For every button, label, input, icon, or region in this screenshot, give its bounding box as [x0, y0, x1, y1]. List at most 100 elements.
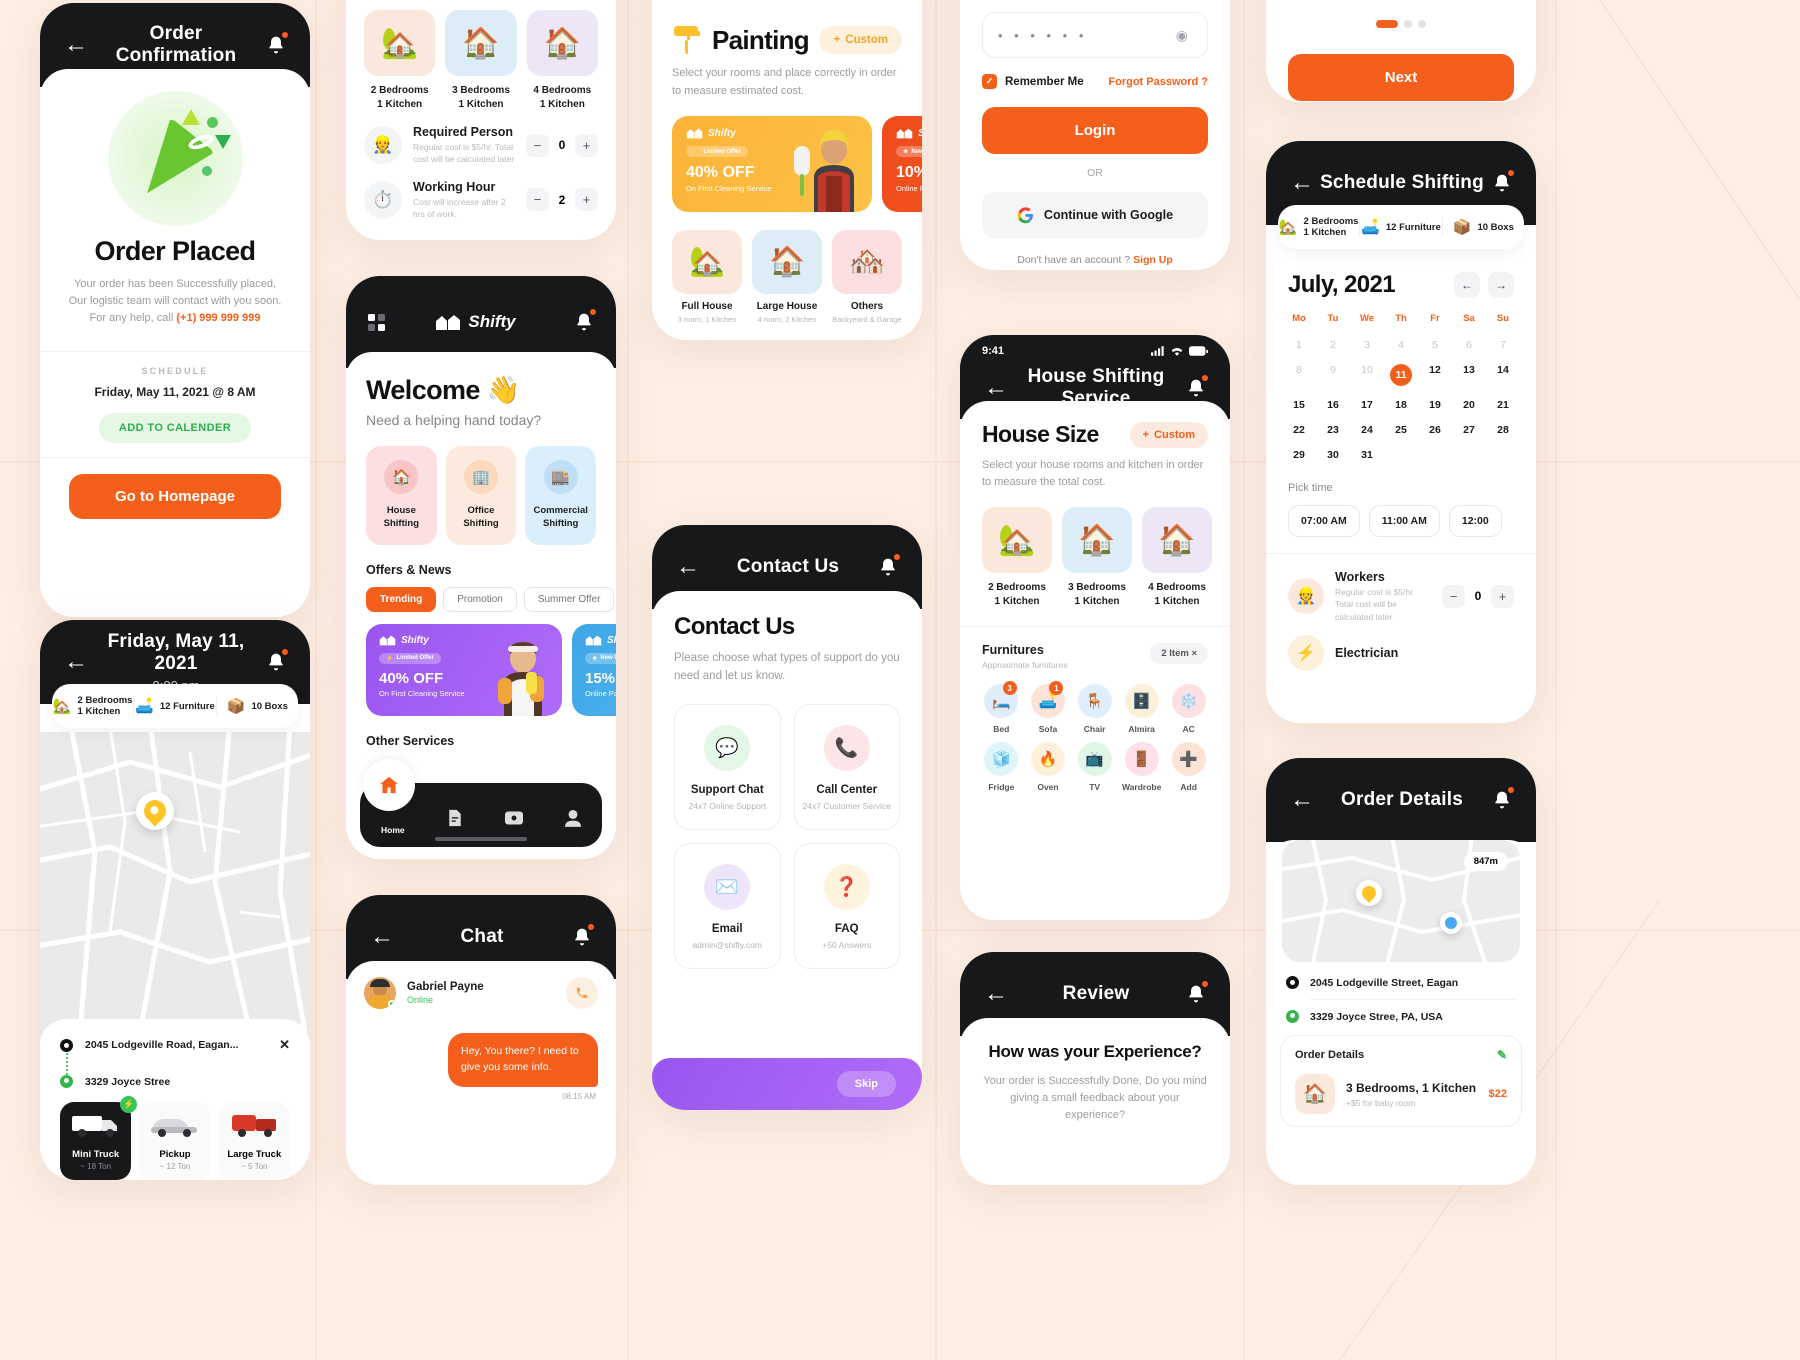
furniture-almira[interactable]: 🗄️ Almira [1122, 684, 1161, 734]
notification-bell-icon[interactable] [1484, 170, 1514, 194]
calendar-day-10[interactable]: 10 [1350, 359, 1384, 391]
pill-bedrooms[interactable]: 🏡 2 Bedrooms 1 Kitchen [52, 695, 133, 717]
calendar-day-1[interactable]: 1 [1282, 334, 1316, 356]
custom-button[interactable]: + Custom [1129, 421, 1208, 448]
calendar-day-7[interactable]: 7 [1486, 334, 1520, 356]
calendar-day-24[interactable]: 24 [1350, 419, 1384, 441]
tab-trending[interactable]: Trending [366, 586, 437, 612]
truck-card-large[interactable]: Large Truck ~ 5 Ton [218, 1102, 290, 1180]
notification-bell-icon[interactable] [258, 32, 288, 56]
pill-boxes[interactable]: 📦 10 Boxs [215, 697, 298, 715]
increment-button[interactable]: + [575, 188, 598, 212]
pill-furniture[interactable]: 🛋️ 12 Furniture [1359, 218, 1441, 236]
notification-bell-icon[interactable] [1178, 981, 1208, 1005]
calendar-grid[interactable]: Mo Tu We Th Fr Sa Su 1 2 3 4 5 6 7 8 9 10 11 12 13 14 15 16 17 1… [1266, 299, 1536, 466]
decrement-button[interactable]: − [1442, 584, 1465, 608]
room-card-3bed[interactable]: 🏠 3 Bedrooms 1 Kitchen [445, 10, 517, 111]
contact-card-support-chat[interactable]: 💬 Support Chat 24x7 Online Support [674, 703, 781, 830]
notification-bell-icon[interactable] [564, 924, 594, 948]
calendar-day-14[interactable]: 14 [1486, 359, 1520, 391]
room-card-2bed[interactable]: 🏡 2 Bedrooms 1 Kitchen [364, 10, 436, 111]
calendar-day-9[interactable]: 9 [1316, 359, 1350, 391]
calendar-day-28[interactable]: 28 [1486, 419, 1520, 441]
back-arrow-icon[interactable]: ← [1290, 788, 1320, 812]
notification-bell-icon[interactable] [1484, 787, 1514, 811]
home-tab-icon[interactable] [363, 759, 415, 811]
add-to-calendar-button[interactable]: ADD TO CALENDER [98, 413, 252, 444]
notification-bell-icon[interactable] [1178, 375, 1208, 399]
custom-button[interactable]: + Custom [819, 26, 902, 54]
call-button-icon[interactable] [566, 977, 598, 1009]
calendar-day-12[interactable]: 12 [1418, 359, 1452, 391]
next-button[interactable]: Next [1288, 54, 1514, 101]
banner-10off[interactable]: Shifty ★ New User 10% Online P [882, 116, 922, 213]
room-card-2bed[interactable]: 🏡 2 Bedrooms 1 Kitchen [982, 507, 1052, 608]
calendar-day-25[interactable]: 25 [1384, 419, 1418, 441]
increment-button[interactable]: + [1491, 584, 1514, 608]
furniture-oven[interactable]: 🔥 Oven [1029, 742, 1068, 792]
prev-month-button[interactable]: ← [1454, 272, 1480, 298]
furniture-sofa[interactable]: 1 🛋️ Sofa [1029, 681, 1068, 734]
calendar-day-6[interactable]: 6 [1452, 334, 1486, 356]
calendar-day-21[interactable]: 21 [1486, 394, 1520, 416]
time-slot-1200[interactable]: 12:00 [1448, 505, 1502, 537]
eye-toggle-icon[interactable]: ◉ [1176, 27, 1192, 44]
calendar-day-16[interactable]: 16 [1316, 394, 1350, 416]
calendar-day-26[interactable]: 26 [1418, 419, 1452, 441]
login-button[interactable]: Login [982, 107, 1208, 154]
calendar-day-20[interactable]: 20 [1452, 394, 1486, 416]
calendar-day-8[interactable]: 8 [1282, 359, 1316, 391]
contact-card-call-center[interactable]: 📞 Call Center 24x7 Customer Service [793, 703, 900, 830]
calendar-day-19[interactable]: 19 [1418, 394, 1452, 416]
service-card-office-shifting[interactable]: 🏢 Office Shifting [445, 446, 517, 545]
furniture-tv[interactable]: 📺 TV [1075, 742, 1114, 792]
go-to-homepage-button[interactable]: Go to Homepage [69, 474, 281, 520]
item-count-chip[interactable]: 2 Item × [1150, 643, 1208, 665]
tab-documents[interactable] [447, 809, 463, 827]
order-map[interactable]: 847m [1282, 840, 1520, 962]
promo-card-40off[interactable]: Shifty ⚡ Limited Offer 40% OFF On First … [366, 623, 562, 716]
back-arrow-icon[interactable]: ← [676, 555, 706, 579]
calendar-day-5[interactable]: 5 [1418, 334, 1452, 356]
furniture-bed[interactable]: 3 🛏️ Bed [982, 681, 1021, 734]
back-arrow-icon[interactable]: ← [64, 33, 94, 57]
forgot-password-link[interactable]: Forgot Password ? [1108, 76, 1208, 88]
painting-banner-row[interactable]: Shifty ⚡ Limited Offer 40% OFF On First … [652, 100, 922, 213]
tab-promotion[interactable]: Promotion [443, 586, 517, 612]
calendar-day-13[interactable]: 13 [1452, 359, 1486, 391]
calendar-day-30[interactable]: 30 [1316, 444, 1350, 466]
furniture-chair[interactable]: 🪑 Chair [1075, 684, 1114, 734]
notification-bell-icon[interactable] [258, 649, 288, 673]
room-card-4bed[interactable]: 🏠 4 Bedrooms 1 Kitchen [1142, 507, 1212, 608]
house-card-others[interactable]: 🏘️ Others Backyeard & Garage [832, 230, 902, 324]
calendar-day-22[interactable]: 22 [1282, 419, 1316, 441]
clear-address-icon[interactable]: ✕ [279, 1037, 290, 1053]
grid-menu-icon[interactable] [368, 313, 385, 331]
tab-summer-offer[interactable]: Summer Offer [523, 586, 615, 612]
pill-bedrooms[interactable]: 🏡 2 Bedrooms 1 Kitchen [1278, 216, 1359, 238]
time-slot-0700[interactable]: 07:00 AM [1288, 505, 1360, 537]
calendar-day-29[interactable]: 29 [1282, 444, 1316, 466]
banner-40off[interactable]: Shifty ⚡ Limited Offer 40% OFF On First … [672, 116, 872, 213]
calendar-day-18[interactable]: 18 [1384, 394, 1418, 416]
edit-icon[interactable]: ✎ [1497, 1048, 1507, 1062]
back-arrow-icon[interactable]: ← [984, 982, 1014, 1006]
calendar-day-4[interactable]: 4 [1384, 334, 1418, 356]
chat-contact-row[interactable]: Gabriel Payne Online [346, 961, 616, 1009]
sign-up-link[interactable]: Sign Up [1133, 254, 1173, 266]
pill-boxes[interactable]: 📦 10 Boxs [1441, 218, 1524, 236]
room-card-4bed[interactable]: 🏠 4 Bedrooms 1 Kitchen [526, 10, 598, 111]
calendar-day-3[interactable]: 3 [1350, 334, 1384, 356]
pill-furniture[interactable]: 🛋️ 12 Furniture [133, 697, 215, 715]
service-card-commercial-shifting[interactable]: 🏬 Commercial Shifting [525, 446, 597, 545]
furniture-wardrobe[interactable]: 🚪 Wardrobe [1122, 742, 1161, 792]
tab-profile[interactable] [564, 809, 581, 827]
truck-card-mini[interactable]: ⚡ Mini Truck ~ 18 Ton [60, 1096, 138, 1180]
furniture-ac[interactable]: ❄️ AC [1169, 684, 1208, 734]
truck-card-pickup[interactable]: Pickup ~ 12 Ton [139, 1102, 211, 1180]
address-to-row[interactable]: 3329 Joyce Stree [60, 1075, 290, 1088]
room-card-3bed[interactable]: 🏠 3 Bedrooms 1 Kitchen [1062, 507, 1132, 608]
increment-button[interactable]: + [575, 133, 598, 157]
password-input[interactable]: • • • • • • ◉ [982, 12, 1208, 58]
calendar-day-2[interactable]: 2 [1316, 334, 1350, 356]
